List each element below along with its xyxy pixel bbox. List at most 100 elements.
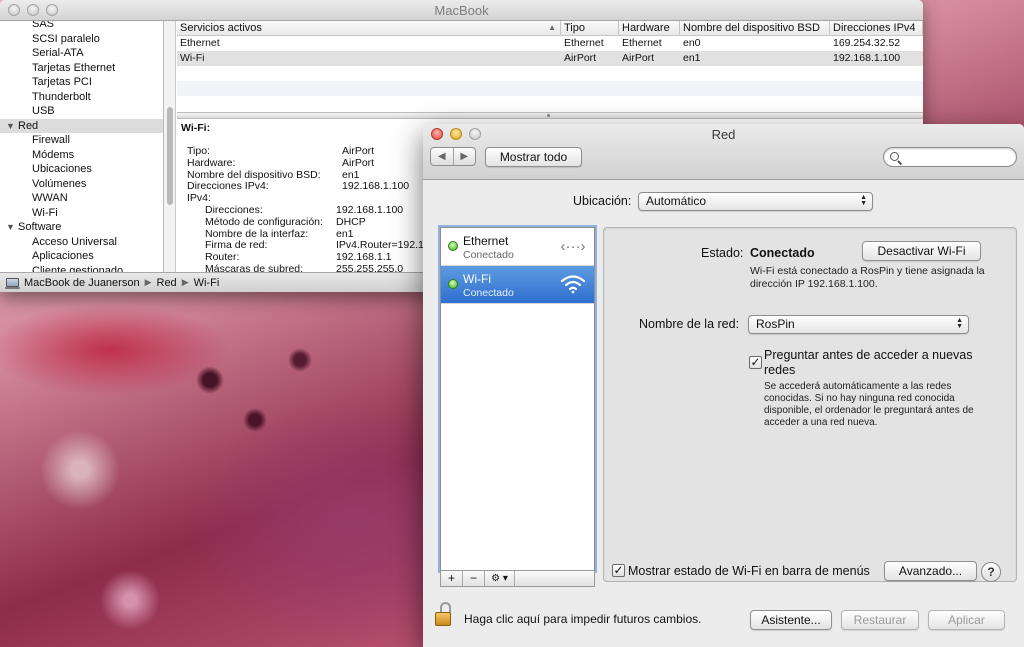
- lock-body: [435, 612, 451, 626]
- sidebar-item[interactable]: Módems: [0, 148, 163, 163]
- forward-arrow-icon[interactable]: ▶: [452, 148, 476, 165]
- computer-icon: [5, 278, 20, 289]
- table-row-empty: [177, 66, 923, 81]
- table-cell: AirPort: [622, 52, 655, 64]
- table-row-empty: [177, 81, 923, 96]
- table-cell: Wi-Fi: [180, 52, 205, 64]
- column-header-ipv4[interactable]: Direcciones IPv4: [830, 21, 923, 35]
- sidebar-item[interactable]: Aplicaciones: [0, 249, 163, 264]
- service-item-wifi[interactable]: Wi-Fi Conectado: [441, 266, 594, 304]
- sidebar-item[interactable]: USB: [0, 104, 163, 119]
- advanced-button[interactable]: Avanzado...: [884, 561, 977, 581]
- table-cell: 169.254.32.52: [833, 37, 901, 49]
- state-value: Conectado: [750, 246, 815, 260]
- sidebar-item[interactable]: Acceso Universal: [0, 235, 163, 250]
- sidebar-item[interactable]: Tarjetas Ethernet: [0, 61, 163, 76]
- detail-value: 192.168.1.1: [336, 251, 392, 264]
- ask-join-checkbox[interactable]: ✓: [749, 356, 762, 369]
- disclosure-triangle-icon[interactable]: ▼: [6, 119, 18, 134]
- revert-button[interactable]: Restaurar: [841, 610, 919, 630]
- show-menu-checkbox[interactable]: ✓: [612, 564, 625, 577]
- sidebar-group[interactable]: ▼ Software: [0, 220, 163, 235]
- zoom-window-button[interactable]: [46, 4, 58, 16]
- sidebar-item[interactable]: Wi-Fi: [0, 206, 163, 221]
- sidebar-item-label: Tarjetas PCI: [32, 76, 92, 88]
- network-toolbar: Red ◀ ▶ Mostrar todo: [423, 124, 1024, 180]
- sidebar-item-label: Cliente gestionado: [32, 264, 124, 273]
- show-menu-label[interactable]: Mostrar estado de Wi-Fi en barra de menú…: [628, 564, 870, 578]
- detail-value: AirPort: [342, 145, 375, 157]
- lock-text[interactable]: Haga clic aquí para impedir futuros camb…: [464, 612, 701, 626]
- service-item-ethernet[interactable]: Ethernet Conectado ‹···›: [441, 228, 594, 266]
- column-header-type[interactable]: Tipo: [561, 21, 619, 35]
- sidebar-scroll-thumb[interactable]: [167, 107, 173, 205]
- active-services-table: Servicios activos ▲ Tipo Hardware Nombre …: [177, 21, 923, 112]
- profiler-sidebar: SAS SCSI paralelo Serial-ATA Tarjetas Ether…: [0, 21, 164, 272]
- split-view-divider[interactable]: [177, 112, 923, 119]
- remove-service-button[interactable]: −: [463, 571, 485, 586]
- profiler-titlebar: MacBook: [0, 0, 923, 21]
- sidebar-item-label: USB: [32, 105, 55, 117]
- sidebar-item[interactable]: Tarjetas PCI: [0, 75, 163, 90]
- sidebar-item[interactable]: SCSI paralelo: [0, 32, 163, 47]
- column-header-bsd[interactable]: Nombre del dispositivo BSD: [680, 21, 830, 35]
- detail-label: Máscaras de subred:: [205, 263, 304, 272]
- back-forward-control: ◀ ▶: [430, 147, 476, 166]
- service-name: Wi-Fi: [463, 272, 491, 286]
- sidebar-item[interactable]: Thunderbolt: [0, 90, 163, 105]
- location-value: Automático: [646, 194, 707, 208]
- ask-join-description: Se accederá automáticamente a las redes …: [764, 381, 974, 428]
- location-popup[interactable]: Automático ▲ ▼: [638, 192, 873, 211]
- breadcrumb-item[interactable]: Wi-Fi: [194, 277, 220, 289]
- ask-join-label[interactable]: Preguntar antes de acceder a nuevas rede…: [764, 348, 999, 378]
- detail-label: Tipo:: [187, 145, 210, 157]
- sidebar-item-label: Wi-Fi: [32, 206, 58, 219]
- detail-value: IPv4.Router=192.1: [336, 239, 424, 252]
- table-row-selected[interactable]: Wi-Fi AirPort AirPort en1 192.168.1.100: [177, 51, 923, 66]
- sidebar-item-label: Software: [18, 221, 62, 233]
- divider-handle-icon: [547, 114, 550, 117]
- service-name: Ethernet: [463, 234, 509, 248]
- search-field[interactable]: [883, 147, 1017, 167]
- apply-button[interactable]: Aplicar: [928, 610, 1005, 630]
- sidebar-group[interactable]: ▼ Red: [0, 118, 163, 134]
- minimize-window-button[interactable]: [27, 4, 39, 16]
- gear-icon[interactable]: ⚙ ▾: [485, 571, 515, 586]
- sidebar-item[interactable]: WWAN: [0, 191, 163, 206]
- sidebar-item-label: Thunderbolt: [32, 90, 91, 103]
- service-status: Conectado: [463, 287, 514, 299]
- column-header-services[interactable]: Servicios activos ▲: [177, 21, 561, 35]
- location-label: Ubicación:: [573, 194, 632, 208]
- disclosure-triangle-icon[interactable]: ▼: [6, 220, 18, 235]
- table-cell: 192.168.1.100: [833, 52, 901, 64]
- sidebar-scrollbar[interactable]: [164, 21, 176, 272]
- back-arrow-icon[interactable]: ◀: [431, 148, 453, 165]
- sidebar-item-label: Módems: [32, 148, 75, 161]
- sidebar-item[interactable]: Volúmenes: [0, 177, 163, 192]
- detail-value: AirPort: [342, 156, 375, 169]
- detail-label: Método de configuración:: [205, 215, 323, 228]
- sidebar-item[interactable]: Firewall: [0, 133, 163, 148]
- sidebar-item[interactable]: Ubicaciones: [0, 162, 163, 177]
- sidebar-item[interactable]: Serial-ATA: [0, 46, 163, 61]
- search-input[interactable]: [904, 150, 1012, 162]
- detail-value: en1: [336, 227, 354, 240]
- show-all-button[interactable]: Mostrar todo: [485, 147, 582, 167]
- status-connected-icon: [448, 241, 458, 251]
- turn-off-wifi-button[interactable]: Desactivar Wi-Fi: [862, 241, 981, 261]
- close-window-button[interactable]: [8, 4, 20, 16]
- detail-value: 255.255.255.0: [336, 263, 404, 272]
- table-row[interactable]: Ethernet Ethernet Ethernet en0 169.254.3…: [177, 36, 923, 51]
- breadcrumb-item[interactable]: Red: [157, 277, 177, 289]
- assistant-button[interactable]: Asistente...: [750, 610, 832, 630]
- table-cell: en1: [683, 52, 701, 64]
- network-name-popup[interactable]: RosPin ▲ ▼: [748, 315, 969, 334]
- sidebar-item[interactable]: SAS: [0, 21, 163, 32]
- state-label: Estado:: [701, 246, 744, 260]
- help-button[interactable]: ?: [981, 562, 1001, 582]
- add-service-button[interactable]: +: [441, 571, 463, 586]
- lock-icon[interactable]: [434, 602, 454, 628]
- sidebar-item[interactable]: Cliente gestionado: [0, 264, 163, 273]
- column-header-hardware[interactable]: Hardware: [619, 21, 680, 35]
- breadcrumb-item[interactable]: MacBook de Juanerson: [24, 277, 140, 289]
